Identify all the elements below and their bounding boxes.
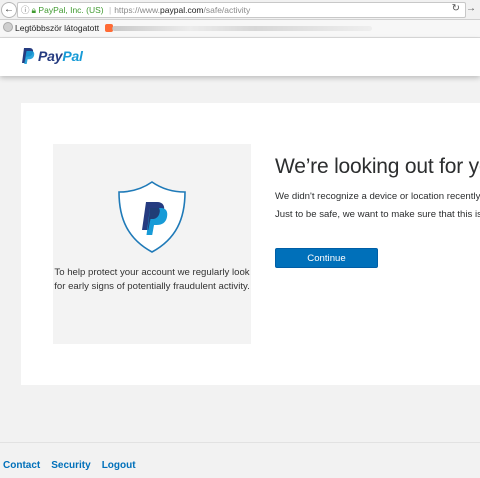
info-panel-text: To help protect your account we regularl… [54, 267, 250, 292]
logo-pal: Pal [62, 48, 83, 64]
description-line-1: We didn't recognize a device or location… [275, 191, 480, 202]
bookmark-most-visited[interactable]: Legtöbbször látogatott [15, 23, 99, 33]
footer-link-logout[interactable]: Logout [102, 460, 136, 471]
continue-button[interactable]: Continue [275, 248, 378, 268]
url-host: paypal.com [160, 5, 204, 15]
url-scheme: https://www. [114, 5, 161, 15]
reload-icon[interactable]: ↻ [452, 3, 460, 14]
footer-link-contact[interactable]: Contact [3, 460, 40, 471]
footer-links: Contact Security Logout [3, 460, 147, 471]
info-panel: To help protect your account we regularl… [53, 144, 251, 344]
url-field[interactable]: ⓘ 🔒︎ PayPal, Inc. (US) | https://www.paypa… [17, 2, 466, 18]
page-title: We’re looking out for you [275, 155, 480, 178]
paypal-p-icon [22, 48, 35, 64]
info-icon: ⓘ [21, 5, 30, 15]
footer-divider [0, 442, 480, 443]
back-arrow-icon[interactable]: ← [1, 2, 17, 18]
paypal-header: PayPal [0, 38, 480, 76]
logo-pay: Pay [38, 48, 63, 64]
url-separator: | [108, 5, 112, 15]
security-card: To help protect your account we regularl… [21, 103, 480, 385]
blurred-bookmarks [112, 26, 372, 31]
paypal-wordmark: PayPal [38, 48, 83, 64]
browser-address-bar: ← ⓘ 🔒︎ PayPal, Inc. (US) | https://www.pay… [0, 0, 480, 20]
lock-icon: 🔒︎ [31, 5, 37, 15]
description-line-2: Just to be safe, we want to make sure th… [275, 209, 480, 220]
forward-arrow-icon[interactable]: → [466, 3, 476, 14]
url-path: /safe/activity [203, 5, 251, 15]
bookmarks-toolbar: Legtöbbször látogatott [0, 20, 480, 38]
globe-icon [3, 22, 13, 32]
shield-icon [118, 181, 186, 253]
site-identity: PayPal, Inc. (US) [38, 5, 104, 15]
footer-link-security[interactable]: Security [51, 460, 90, 471]
